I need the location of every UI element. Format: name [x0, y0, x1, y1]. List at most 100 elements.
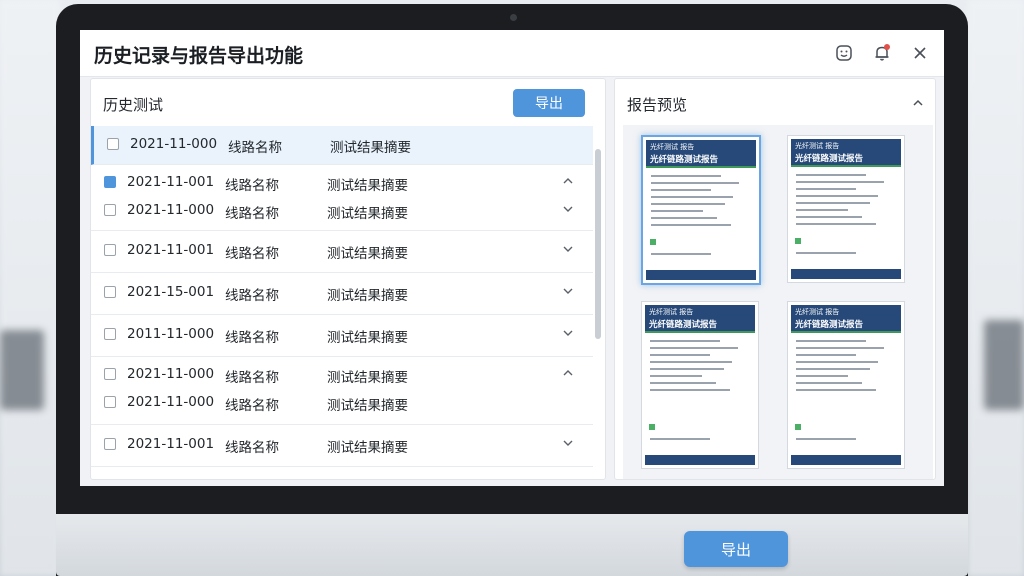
- report-page-subtitle: 光纤测试 报告: [650, 143, 695, 151]
- report-page-title: 光纤链路测试报告: [649, 320, 718, 330]
- chevron-up-icon[interactable]: [911, 95, 925, 109]
- report-page-text-line: [796, 354, 856, 356]
- report-page-subtitle: 光纤测试 报告: [795, 142, 840, 150]
- row-date: 2021-11-001: [127, 174, 215, 190]
- report-page-thumbnail[interactable]: 光纤测试 报告光纤链路测试报告: [641, 301, 759, 469]
- monitor-bezel: 导出: [56, 514, 968, 576]
- report-page-footer: [645, 455, 755, 465]
- row-line: 2021-11-001 线路名称 测试结果摘要: [91, 432, 593, 458]
- report-page-text-line: [651, 224, 731, 226]
- report-page-subtitle: 光纤测试 报告: [649, 308, 694, 316]
- report-page-text-line: [796, 252, 856, 254]
- report-page-marker: [650, 239, 656, 245]
- row-checkbox[interactable]: [104, 286, 116, 298]
- report-page-text-line: [796, 188, 856, 190]
- report-page-text-line: [650, 354, 710, 356]
- report-preview-area: 光纤测试 报告 光纤链路测试报告 光纤测试 报告 光纤链路测试报告 光纤测试 报告 光纤链…: [623, 125, 933, 479]
- background-window-left: [0, 0, 60, 576]
- report-page-accent: [645, 331, 755, 333]
- row-route-name: 线路名称: [228, 140, 282, 156]
- table-row[interactable]: 2021-11-000 线路名称 测试结果摘要: [91, 466, 593, 479]
- report-page-text-line: [796, 174, 866, 176]
- footer-export-button[interactable]: 导出: [684, 531, 788, 567]
- report-page-text-line: [651, 203, 725, 205]
- row-date: 2011-11-000: [127, 326, 215, 342]
- row-checkbox[interactable]: [104, 328, 116, 340]
- row-checkbox[interactable]: [107, 138, 119, 150]
- row-checkbox[interactable]: [104, 244, 116, 256]
- row-route-name: 线路名称: [225, 440, 279, 456]
- window-title: 历史记录与报告导出功能: [94, 45, 304, 67]
- report-page-text-line: [796, 375, 848, 377]
- bell-icon[interactable]: [872, 43, 892, 63]
- table-row[interactable]: 2021-11-000 线路名称 测试结果摘要 2021-11-000 线路名称 测试结果…: [91, 356, 593, 425]
- report-page-text-line: [650, 368, 724, 370]
- report-page-text-line: [651, 175, 721, 177]
- row-line: 2011-11-000 线路名称 测试结果摘要: [91, 322, 593, 348]
- row-checkbox[interactable]: [104, 204, 116, 216]
- chevron-down-icon[interactable]: [561, 242, 575, 256]
- report-page-footer: [791, 269, 901, 279]
- history-list: 2021-11-000 线路名称 测试结果摘要 2021-11-001 线路名称 测试结果…: [91, 126, 593, 479]
- report-page-text-line: [651, 196, 733, 198]
- chevron-down-icon[interactable]: [561, 326, 575, 340]
- report-page-text-line: [651, 217, 717, 219]
- background-object: [0, 330, 44, 410]
- export-button[interactable]: 导出: [513, 89, 585, 117]
- table-row[interactable]: 2011-11-000 线路名称 测试结果摘要: [91, 314, 593, 357]
- report-page-accent: [646, 166, 756, 168]
- report-page-thumbnail[interactable]: 光纤测试 报告 光纤链路测试报告: [787, 135, 905, 283]
- row-line: 2021-11-000 线路名称 测试结果摘要: [91, 362, 593, 388]
- row-checkbox[interactable]: [104, 176, 116, 188]
- row-date: 2021-11-000: [127, 478, 214, 479]
- history-panel: 历史测试 导出 2021-11-000 线路名称 测试结果摘要 2021-11-001…: [90, 78, 606, 480]
- row-checkbox[interactable]: [104, 438, 116, 450]
- close-icon[interactable]: [910, 43, 930, 63]
- report-page-text-line: [651, 210, 703, 212]
- smiley-icon[interactable]: [834, 43, 854, 63]
- chevron-down-icon[interactable]: [561, 436, 575, 450]
- row-route-name: 线路名称: [225, 178, 279, 194]
- table-row[interactable]: 2021-15-001 线路名称 测试结果摘要: [91, 272, 593, 315]
- row-route-name: 线路名称: [225, 330, 279, 346]
- table-row[interactable]: 2021-11-001 线路名称 测试结果摘要 2021-11-000 线路名称 测试结果…: [91, 164, 593, 231]
- report-page-thumbnail[interactable]: 光纤测试 报告 光纤链路测试报告: [641, 135, 761, 285]
- chevron-up-icon[interactable]: [561, 174, 575, 188]
- background-object: [984, 320, 1024, 410]
- row-summary: 测试结果摘要: [327, 440, 408, 456]
- report-page-text-line: [796, 438, 856, 440]
- report-page-text-line: [650, 361, 732, 363]
- table-row[interactable]: 2021-11-000 线路名称 测试结果摘要: [91, 126, 593, 165]
- report-page-text-line: [796, 202, 870, 204]
- row-route-name: 线路名称: [225, 246, 279, 262]
- row-line: 2021-11-001 线路名称 测试结果摘要: [91, 170, 593, 196]
- report-page-text-line: [796, 223, 876, 225]
- report-page-text-line: [796, 382, 862, 384]
- report-page-header: 光纤测试 报告光纤链路测试报告: [645, 305, 755, 331]
- chevron-up-icon[interactable]: [561, 366, 575, 380]
- row-date: 2021-11-000: [127, 202, 215, 218]
- row-checkbox[interactable]: [104, 396, 116, 408]
- report-page-marker: [795, 424, 801, 430]
- scrollbar[interactable]: [595, 149, 601, 339]
- row-route-name: 线路名称: [225, 478, 279, 479]
- chevron-down-icon[interactable]: [561, 202, 575, 216]
- chevron-down-icon[interactable]: [561, 284, 575, 298]
- monitor: 历史记录与报告导出功能 历史测试 导出 2021-11-000 线路名称 测试结果摘…: [56, 4, 968, 576]
- row-line: 2021-11-001 线路名称 测试结果摘要: [91, 238, 593, 264]
- row-line: 2021-11-000 线路名称 测试结果摘要: [91, 390, 593, 416]
- title-bar: 历史记录与报告导出功能: [80, 30, 944, 77]
- row-line: 2021-11-000 线路名称 测试结果摘要: [94, 132, 593, 158]
- report-page-text-line: [650, 438, 710, 440]
- row-checkbox[interactable]: [104, 368, 116, 380]
- report-page-header: 光纤测试 报告 光纤链路测试报告: [791, 305, 901, 331]
- row-date: 2021-11-001: [127, 242, 215, 258]
- report-page-thumbnail[interactable]: 光纤测试 报告 光纤链路测试报告: [787, 301, 905, 469]
- report-page-accent: [791, 165, 901, 167]
- table-row[interactable]: 2021-11-001 线路名称 测试结果摘要: [91, 424, 593, 467]
- row-summary: 测试结果摘要: [327, 288, 408, 304]
- row-date: 2021-11-001: [127, 436, 215, 452]
- report-page-text-line: [651, 253, 711, 255]
- table-row[interactable]: 2021-11-001 线路名称 测试结果摘要: [91, 230, 593, 273]
- row-route-name: 线路名称: [225, 206, 279, 222]
